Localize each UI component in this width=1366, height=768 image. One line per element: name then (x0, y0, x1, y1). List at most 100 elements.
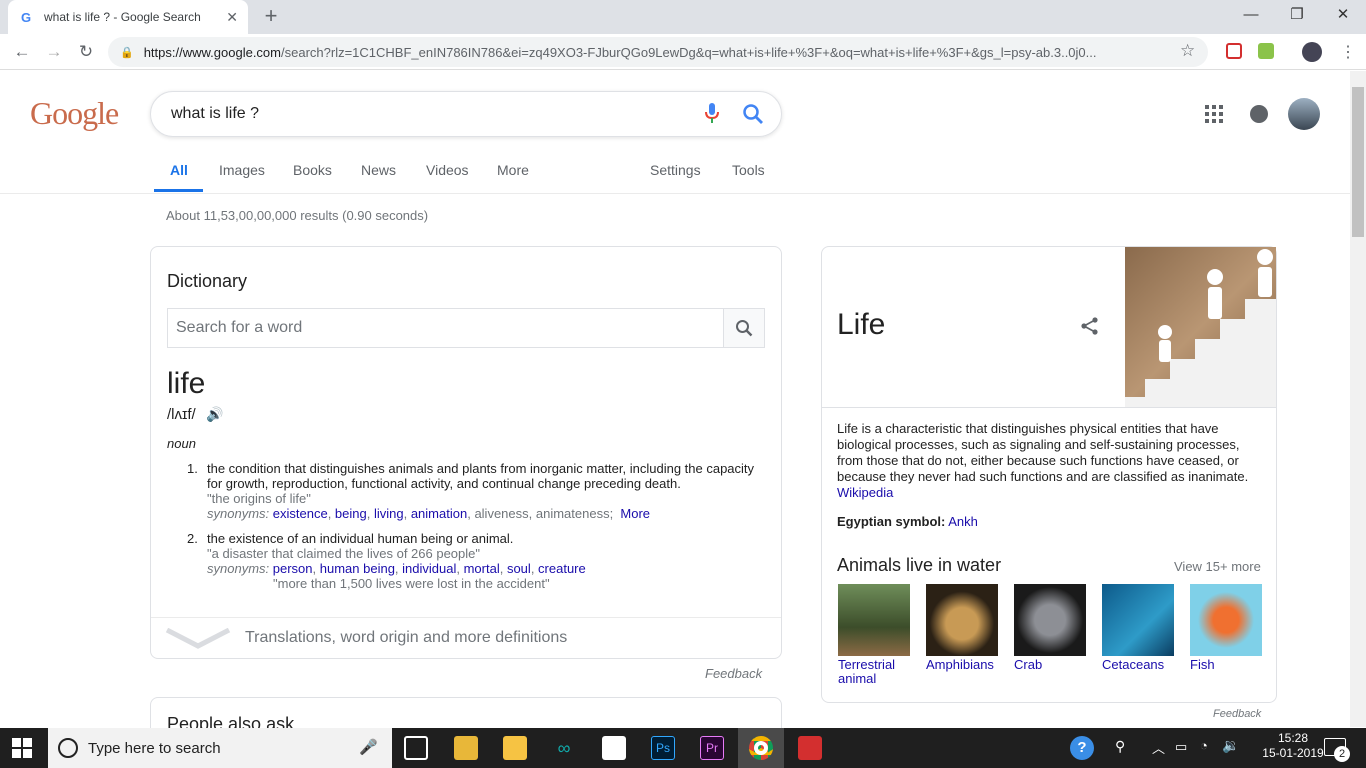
file-explorer-icon[interactable] (454, 736, 478, 760)
synonym-link[interactable]: mortal (464, 561, 500, 576)
taskbar-search[interactable]: Type here to search 🎤 (48, 728, 392, 768)
definition-example: "the origins of life" (207, 491, 311, 506)
feedback-link[interactable]: Feedback (1213, 708, 1261, 720)
synonym-link[interactable]: existence (273, 506, 328, 521)
forward-icon[interactable]: → (42, 40, 66, 64)
feedback-link[interactable]: Feedback (705, 666, 762, 681)
extension-icon[interactable] (1258, 43, 1274, 59)
scrollbar-thumb[interactable] (1352, 87, 1364, 237)
synonym-link[interactable]: creature (538, 561, 586, 576)
synonym-link[interactable]: person (273, 561, 313, 576)
tab-title: what is life ? - Google Search (44, 10, 201, 24)
animal-label[interactable]: Fish (1190, 658, 1250, 672)
synonym-link[interactable]: living (374, 506, 404, 521)
word-search-button[interactable] (723, 309, 764, 347)
address-bar[interactable]: 🔒 https://www.google.com/search?rlz=1C1C… (108, 37, 1208, 67)
profile-icon[interactable] (1302, 42, 1322, 62)
back-icon[interactable]: ← (10, 40, 34, 64)
clock-date: 15-01-2019 (1262, 746, 1324, 760)
mail-icon[interactable] (602, 736, 626, 760)
more-definitions-link[interactable]: Translations, word origin and more defin… (245, 629, 567, 647)
settings-link[interactable]: Settings (650, 162, 701, 178)
share-icon[interactable] (1080, 316, 1100, 336)
microphone-icon[interactable] (705, 103, 719, 123)
synonym-example: "more than 1,500 lives were lost in the … (273, 576, 550, 591)
life-image[interactable] (1125, 247, 1276, 407)
definition-number: 2. (187, 531, 198, 546)
chevron-down-icon[interactable] (165, 628, 231, 650)
url-path: /search?rlz=1C1CHBF_enIN786IN786&ei=zq49… (281, 44, 1097, 60)
tab-more[interactable]: More (497, 162, 529, 178)
synonym-link[interactable]: individual (402, 561, 456, 576)
wikipedia-link[interactable]: Wikipedia (837, 485, 893, 500)
help-icon[interactable]: ? (1070, 736, 1094, 760)
animal-thumbnail[interactable] (1190, 584, 1262, 656)
active-tab-indicator (154, 189, 203, 192)
minimize-icon[interactable]: — (1228, 0, 1274, 30)
more-synonyms-link[interactable]: More (620, 506, 650, 521)
animal-thumbnail[interactable] (1102, 584, 1174, 656)
apps-grid-icon[interactable] (1205, 105, 1223, 123)
animal-thumbnail[interactable] (1014, 584, 1086, 656)
google-favicon-icon: G (20, 9, 32, 25)
battery-icon[interactable]: ▭ (1175, 739, 1187, 755)
extension-icon[interactable] (1226, 43, 1242, 59)
tab-news[interactable]: News (361, 162, 396, 178)
animal-label[interactable]: Cetaceans (1102, 658, 1182, 672)
wifi-icon[interactable]: ◔ (1200, 738, 1208, 753)
task-view-icon[interactable] (404, 736, 428, 760)
tab-images[interactable]: Images (219, 162, 265, 178)
microphone-icon[interactable]: 🎤 (359, 738, 378, 756)
animal-thumbnail[interactable] (926, 584, 998, 656)
close-window-icon[interactable]: ✕ (1320, 0, 1366, 30)
synonym-link[interactable]: being (335, 506, 367, 521)
tab-all[interactable]: All (170, 162, 188, 178)
view-more-link[interactable]: View 15+ more (1174, 559, 1261, 574)
divider (822, 407, 1276, 408)
divider (151, 617, 781, 618)
volume-icon[interactable]: 🔉 (1222, 737, 1239, 754)
restore-icon[interactable]: ❐ (1274, 0, 1320, 30)
part-of-speech: noun (167, 436, 196, 451)
synonym-link[interactable]: human being (320, 561, 395, 576)
taskbar-clock[interactable]: 15:28 15-01-2019 (1262, 731, 1324, 761)
clock-time: 15:28 (1277, 731, 1309, 745)
cortana-icon (58, 738, 78, 758)
animal-label[interactable]: Terrestrial animal (838, 658, 908, 686)
search-icon[interactable] (742, 103, 764, 125)
knowledge-description: Life is a characteristic that distinguis… (837, 421, 1249, 484)
tab-books[interactable]: Books (293, 162, 332, 178)
chrome-icon[interactable] (749, 736, 773, 760)
fact-value-link[interactable]: Ankh (948, 514, 978, 529)
word-search-input[interactable]: Search for a word (168, 309, 723, 347)
acrobat-icon[interactable] (798, 736, 822, 760)
search-icon (736, 320, 753, 337)
windows-start-icon[interactable] (12, 738, 32, 758)
bookmark-star-icon[interactable]: ☆ (1180, 41, 1195, 61)
photoshop-icon[interactable]: Ps (651, 736, 675, 760)
search-input[interactable]: what is life ? (150, 91, 782, 137)
url-host: https://www.google.com (143, 44, 281, 60)
synonym-link[interactable]: animation (411, 506, 467, 521)
google-logo[interactable]: Google (30, 95, 119, 132)
premiere-icon[interactable]: Pr (700, 736, 724, 760)
tools-link[interactable]: Tools (732, 162, 765, 178)
speaker-icon[interactable]: 🔊 (206, 406, 223, 423)
account-avatar[interactable] (1288, 98, 1320, 130)
animal-label[interactable]: Amphibians (926, 658, 1006, 672)
synonym-link[interactable]: soul (507, 561, 531, 576)
people-icon[interactable]: ⚲ (1115, 738, 1125, 755)
reload-icon[interactable]: ↻ (74, 40, 98, 64)
store-icon[interactable] (503, 736, 527, 760)
arduino-icon[interactable]: ∞ (552, 736, 576, 760)
tray-chevron-icon[interactable]: ︿ (1152, 738, 1165, 757)
synonyms-row: synonyms: person, human being, individua… (207, 561, 586, 576)
animal-label[interactable]: Crab (1014, 658, 1094, 672)
menu-icon[interactable]: ⋮ (1340, 42, 1356, 62)
browser-tab[interactable]: G what is life ? - Google Search ✕ (8, 0, 248, 34)
animal-thumbnail[interactable] (838, 584, 910, 656)
close-tab-icon[interactable]: ✕ (226, 9, 238, 26)
tab-videos[interactable]: Videos (426, 162, 469, 178)
notifications-icon[interactable] (1250, 105, 1268, 123)
new-tab-button[interactable]: + (258, 4, 284, 30)
